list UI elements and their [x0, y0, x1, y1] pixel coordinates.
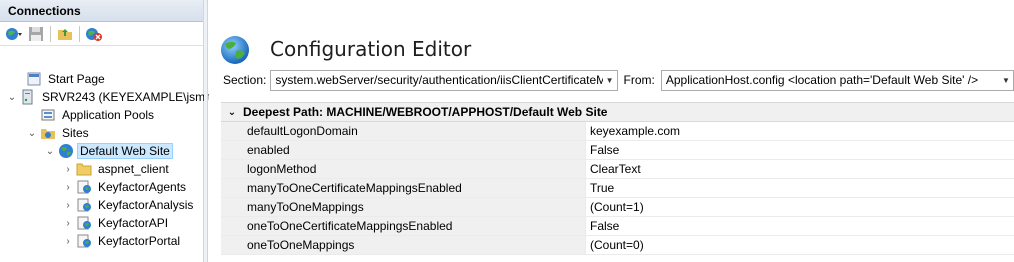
from-label: From:	[623, 73, 655, 87]
tree-node[interactable]: › KeyfactorAgents	[62, 178, 189, 196]
property-name: manyToOneCertificateMappingsEnabled	[243, 179, 586, 197]
connections-header: Connections	[0, 0, 203, 22]
folder-icon	[76, 161, 92, 177]
web-app-icon	[76, 233, 92, 249]
row-gutter	[221, 122, 243, 140]
web-app-icon	[76, 197, 92, 213]
property-row[interactable]: manyToOneMappings (Count=1)	[221, 198, 1014, 217]
property-name: oneToOneCertificateMappingsEnabled	[243, 217, 586, 235]
tree-node-label: KeyfactorAnalysis	[98, 198, 194, 212]
section-dropdown[interactable]: system.webServer/security/authentication…	[270, 69, 618, 91]
globe-icon	[58, 143, 74, 159]
row-gutter	[221, 217, 243, 235]
web-app-icon	[76, 179, 92, 195]
row-gutter	[221, 141, 243, 159]
property-value[interactable]: (Count=0)	[586, 236, 1014, 254]
property-value[interactable]: (Count=1)	[586, 198, 1014, 216]
tree-node-label: KeyfactorPortal	[98, 234, 181, 248]
property-value[interactable]: True	[586, 179, 1014, 197]
tree-node[interactable]: › KeyfactorAnalysis	[62, 196, 196, 214]
group-header[interactable]: ⌄ Deepest Path: MACHINE/WEBROOT/APPHOST/…	[221, 103, 1014, 122]
tree-node-label: SRVR243 (KEYEXAMPLE\jsmit	[42, 90, 212, 104]
tree-node[interactable]: › KeyfactorPortal	[62, 232, 183, 250]
property-name: defaultLogonDomain	[243, 122, 586, 140]
collapse-chevron-icon[interactable]: ⌄	[221, 107, 243, 118]
start-page-icon	[26, 71, 42, 87]
server-icon	[20, 89, 36, 105]
property-row[interactable]: defaultLogonDomain keyexample.com	[221, 122, 1014, 141]
sites-icon	[40, 125, 56, 141]
property-value[interactable]: False	[586, 141, 1014, 159]
property-name: logonMethod	[243, 160, 586, 178]
group-header-label: Deepest Path: MACHINE/WEBROOT/APPHOST/De…	[243, 105, 608, 119]
property-row[interactable]: oneToOneMappings (Count=0)	[221, 236, 1014, 255]
connections-toolbar	[0, 22, 203, 46]
property-row[interactable]: enabled False	[221, 141, 1014, 160]
property-name: enabled	[243, 141, 586, 159]
toolbar-separator	[79, 25, 80, 42]
property-row[interactable]: oneToOneCertificateMappingsEnabled False	[221, 217, 1014, 236]
web-app-icon	[76, 215, 92, 231]
connections-pane: Connections Start Page ⌄ SRVR243 (KEYEXAMP…	[0, 0, 211, 262]
row-gutter	[221, 179, 243, 197]
chevron-down-icon[interactable]: ▼	[999, 71, 1013, 90]
property-row[interactable]: logonMethod ClearText	[221, 160, 1014, 179]
expand-arrow-icon[interactable]: ›	[62, 164, 74, 175]
page-header: Configuration Editor	[209, 28, 1014, 68]
tree-node[interactable]: › aspnet_client	[62, 160, 172, 178]
globe-icon	[219, 34, 251, 66]
from-dropdown[interactable]: ApplicationHost.config <location path='D…	[660, 69, 1014, 91]
property-value[interactable]: ClearText	[586, 160, 1014, 178]
up-folder-icon[interactable]	[55, 24, 75, 44]
tree-node[interactable]: ⌄ Default Web Site	[44, 142, 173, 160]
tree-node[interactable]: ⌄ Sites	[26, 124, 92, 142]
property-row[interactable]: manyToOneCertificateMappingsEnabled True	[221, 179, 1014, 198]
collapse-arrow-icon[interactable]: ⌄	[6, 92, 18, 103]
tree-node-label: KeyfactorAPI	[98, 216, 169, 230]
property-name: oneToOneMappings	[243, 236, 586, 254]
property-value[interactable]: keyexample.com	[586, 122, 1014, 140]
expand-arrow-icon[interactable]: ›	[62, 236, 74, 247]
row-gutter	[221, 160, 243, 178]
section-toolbar: Section: system.webServer/security/authe…	[209, 68, 1014, 92]
tree-node[interactable]: ⌄ SRVR243 (KEYEXAMPLE\jsmit	[6, 88, 214, 106]
expand-arrow-icon[interactable]: ›	[62, 218, 74, 229]
tree-node-label: aspnet_client	[98, 162, 169, 176]
chevron-down-icon[interactable]: ▼	[603, 71, 617, 90]
configuration-editor-pane: Configuration Editor Section: system.web…	[209, 0, 1014, 262]
section-value: system.webServer/security/authentication…	[275, 73, 603, 87]
tree-node[interactable]: Application Pools	[26, 106, 157, 124]
expand-arrow-icon[interactable]: ›	[62, 200, 74, 211]
tree-node-label: Sites	[62, 126, 89, 140]
disconnect-icon[interactable]	[84, 24, 104, 44]
tree-node-label: Start Page	[48, 72, 105, 86]
app-pools-icon	[40, 107, 56, 123]
tree-node-label: Application Pools	[62, 108, 155, 122]
section-label: Section:	[223, 73, 267, 87]
property-name: manyToOneMappings	[243, 198, 586, 216]
pane-splitter[interactable]	[204, 0, 208, 262]
page-title: Configuration Editor	[270, 37, 472, 61]
tree-node-label: KeyfactorAgents	[98, 180, 187, 194]
collapse-arrow-icon[interactable]: ⌄	[26, 128, 38, 139]
property-grid: ⌄ Deepest Path: MACHINE/WEBROOT/APPHOST/…	[221, 102, 1014, 262]
collapse-arrow-icon[interactable]: ⌄	[44, 146, 56, 157]
tree-node[interactable]: › KeyfactorAPI	[62, 214, 171, 232]
expand-arrow-icon[interactable]: ›	[62, 182, 74, 193]
tree-node[interactable]: Start Page	[12, 70, 108, 88]
toolbar-separator	[50, 25, 51, 42]
connect-icon[interactable]	[4, 24, 24, 44]
property-value[interactable]: False	[586, 217, 1014, 235]
row-gutter	[221, 236, 243, 254]
row-gutter	[221, 198, 243, 216]
save-icon[interactable]	[26, 24, 46, 44]
from-value: ApplicationHost.config <location path='D…	[665, 73, 979, 87]
tree-node-label: Default Web Site	[77, 143, 173, 159]
